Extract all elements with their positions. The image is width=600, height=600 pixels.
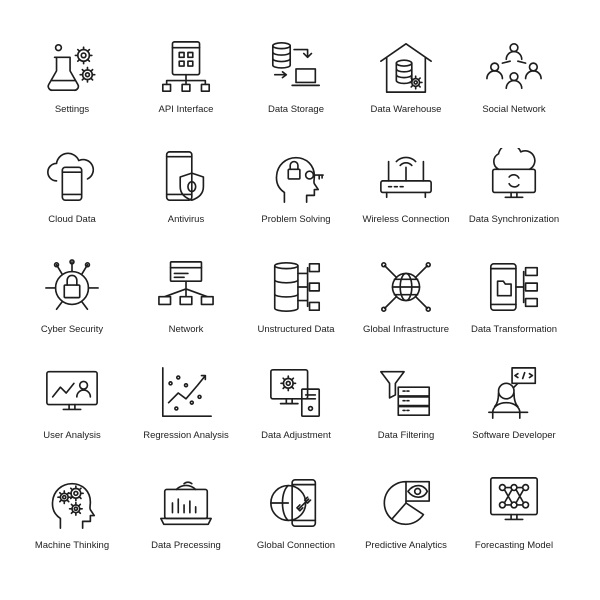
icon-label: Problem Solving [261, 214, 331, 225]
icon-tile: API Interface [131, 38, 241, 115]
icon-label: Software Developer [472, 430, 556, 441]
icon-tile: Network [131, 258, 241, 335]
icon-label: API Interface [158, 104, 214, 115]
icon-label: Wireless Connection [362, 214, 450, 225]
cloud-monitor-sync-icon [491, 148, 537, 199]
database-laptop-icon [271, 42, 321, 87]
icon-label: Predictive Analytics [365, 540, 447, 551]
server-network-icon [158, 261, 214, 306]
icon-tile: Problem Solving [241, 148, 351, 225]
icon-label: User Analysis [43, 430, 101, 441]
icon-tile: Unstructured Data [241, 258, 351, 335]
icon-tile: Wireless Connection [351, 148, 461, 225]
icon-label: Network [168, 324, 204, 335]
icon-label: Antivirus [167, 214, 205, 225]
icon-tile: Data Warehouse [351, 38, 461, 115]
icon-label: Social Network [482, 104, 546, 115]
icon-label: Forecasting Model [474, 540, 554, 551]
icon-label: Data Synchronization [468, 214, 560, 225]
icon-label: Data Adjustment [261, 430, 331, 441]
icon-label: Data Transformation [470, 324, 558, 335]
lock-circuit-icon [45, 259, 99, 311]
flask-gears-icon [47, 43, 96, 92]
icon-label: Data Storage [268, 104, 324, 115]
computer-gear-icon [270, 368, 321, 418]
globe-nodes-icon [381, 262, 431, 312]
icon-tile: Software Developer [459, 364, 569, 441]
icon-tile: Cloud Data [17, 148, 127, 225]
icon-label: Machine Thinking [34, 540, 110, 551]
icon-tile: Data Filtering [351, 364, 461, 441]
icon-tile: Data Storage [241, 38, 351, 115]
monitor-network-icon [489, 477, 539, 521]
icon-tile: Predictive Analytics [351, 474, 461, 551]
icon-label: Unstructured Data [257, 324, 335, 335]
icon-label: Regression Analysis [143, 430, 229, 441]
phone-folder-icon [489, 262, 539, 312]
icon-tile: Social Network [459, 38, 569, 115]
icon-label: Settings [54, 104, 90, 115]
developer-icon [488, 367, 537, 419]
icon-tile: Data Adjustment [241, 364, 351, 441]
icon-tile: Cyber Security [17, 258, 127, 335]
api-tree-icon [161, 41, 211, 92]
scatter-chart-icon [161, 367, 212, 418]
laptop-gear-icon [160, 481, 212, 526]
funnel-servers-icon [380, 370, 431, 417]
icon-tile: Global Connection [241, 474, 351, 551]
icon-tile: Machine Thinking [17, 474, 127, 551]
icon-label: Cloud Data [48, 214, 96, 225]
monitor-chart-user-icon [46, 370, 98, 411]
icon-label: Data Warehouse [370, 104, 442, 115]
icon-tile: Antivirus [131, 148, 241, 225]
icon-tile: Global Infrastructure [351, 258, 461, 335]
icon-tile: User Analysis [17, 364, 127, 441]
icon-label: Cyber Security [40, 324, 104, 335]
icon-label: Global Infrastructure [362, 324, 450, 335]
people-network-icon [486, 42, 542, 90]
phone-shield-bug-icon [165, 151, 205, 202]
head-lock-key-icon [275, 156, 324, 203]
icon-label: Data Precessing [151, 540, 221, 551]
icon-tile: Data Transformation [459, 258, 569, 335]
icon-label: Data Filtering [377, 430, 435, 441]
pie-eye-icon [383, 480, 431, 525]
database-branches-icon [273, 262, 321, 312]
icon-tile: Data Synchronization [459, 148, 569, 225]
icon-tile: Regression Analysis [131, 364, 241, 441]
warehouse-icon [380, 42, 432, 93]
icon-tile: Data Precessing [131, 474, 241, 551]
icon-tile: Forecasting Model [459, 474, 569, 551]
icon-label: Global Connection [256, 540, 336, 551]
cloud-phone-icon [47, 152, 95, 202]
icon-tile: Settings [17, 38, 127, 115]
phone-globe-link-icon [270, 478, 317, 528]
router-icon [380, 156, 432, 199]
head-gears-icon [51, 482, 96, 529]
